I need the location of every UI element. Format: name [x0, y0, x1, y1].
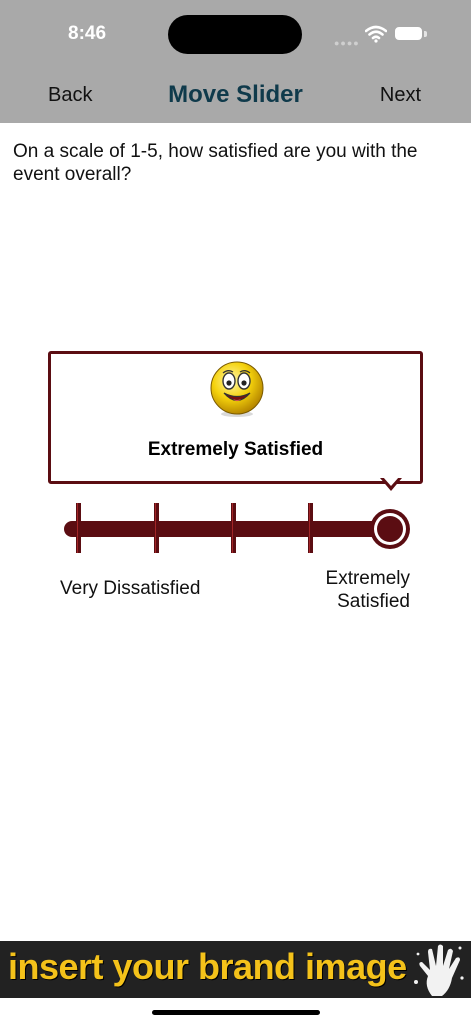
- next-button[interactable]: Next: [380, 84, 421, 107]
- question-text: On a scale of 1-5, how satisfied are you…: [13, 141, 418, 185]
- tooltip-pointer-inner: [383, 477, 399, 486]
- slider-tick-1: [76, 503, 81, 553]
- battery-tip: [424, 31, 427, 37]
- home-indicator: [152, 1010, 320, 1015]
- battery-icon: [395, 27, 422, 40]
- hand-print-icon: [414, 944, 464, 996]
- smiley-face-icon: [210, 361, 264, 417]
- wifi-icon: [365, 25, 387, 43]
- brand-text: insert your brand image: [8, 946, 407, 987]
- signal-icon: ●●●●: [334, 38, 360, 48]
- slider-tick-4: [308, 503, 313, 553]
- slider-value-label: Extremely Satisfied: [147, 439, 324, 460]
- status-time: 8:46: [68, 23, 107, 44]
- slider-thumb-core: [377, 516, 403, 542]
- dynamic-island: [168, 15, 302, 54]
- slider-max-label: Extremely Satisfied: [325, 568, 410, 612]
- slider-tick-2: [154, 503, 159, 553]
- slider-track[interactable]: [64, 521, 394, 537]
- slider-min-label: Very Dissatisfied: [60, 578, 201, 599]
- slider-tick-3: [231, 503, 236, 553]
